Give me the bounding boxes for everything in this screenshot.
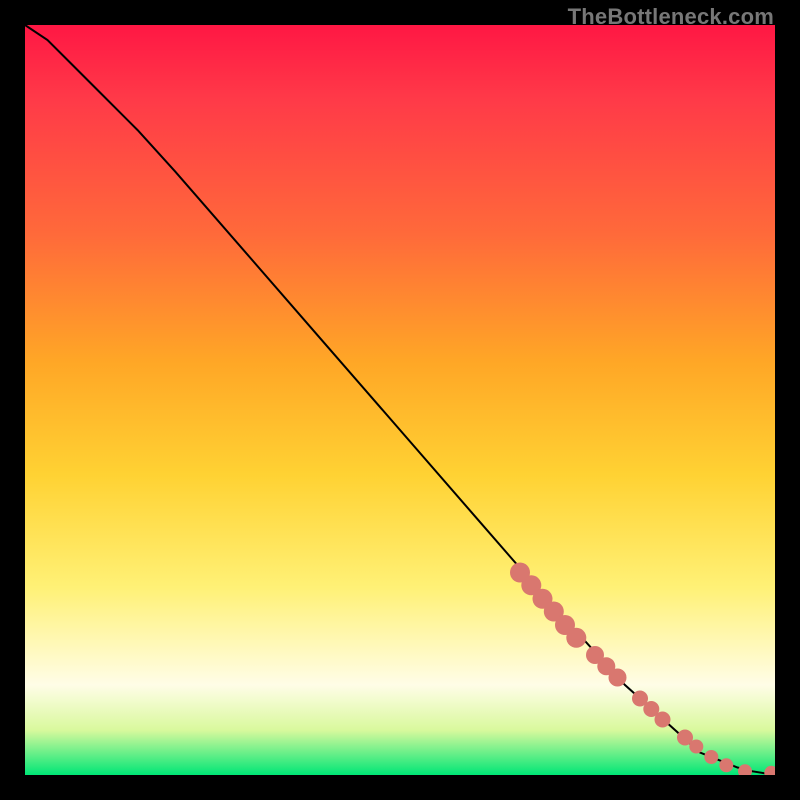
data-point [689,740,703,754]
data-point [738,764,752,775]
chart-svg [25,25,775,775]
data-point [764,766,775,775]
data-point [704,750,718,764]
data-point [609,669,627,687]
chart-container: TheBottleneck.com [0,0,800,800]
data-point [566,628,586,648]
plot-area [25,25,775,775]
data-point [719,758,733,772]
data-point [655,712,671,728]
curve-line [25,25,775,775]
data-points [510,563,775,776]
